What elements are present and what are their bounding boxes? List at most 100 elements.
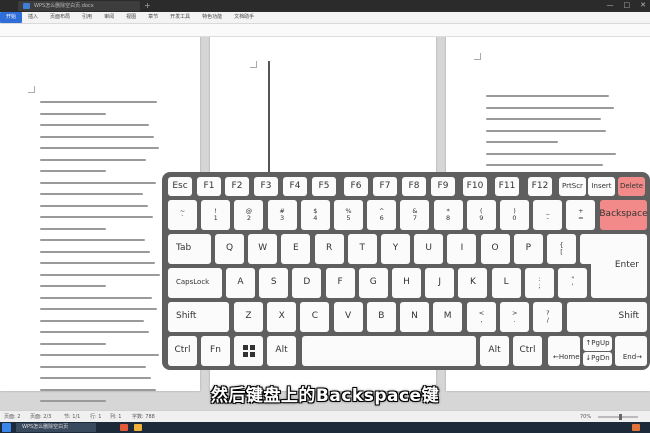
- taskbar-app-icon[interactable]: [120, 424, 128, 431]
- key-label: Enter: [614, 260, 639, 271]
- key-f7: F7: [373, 177, 397, 196]
- key-q: Q: [215, 234, 244, 264]
- key-label: N: [411, 311, 418, 322]
- key-enter: Enter: [591, 234, 647, 298]
- minimize-button[interactable]: —: [607, 0, 614, 11]
- key-label: ;: [538, 282, 541, 290]
- key-`: ~ `: [168, 200, 197, 230]
- key-label: Q: [225, 243, 234, 254]
- key-label: ': [571, 282, 574, 290]
- new-tab-button[interactable]: +: [144, 0, 151, 11]
- key-x: X: [267, 302, 297, 332]
- key-label: F6: [350, 180, 362, 191]
- key-e: E: [281, 234, 311, 264]
- key-label: F5: [318, 180, 330, 191]
- key-punct: :;: [525, 268, 554, 298]
- key-label: Esc: [172, 180, 188, 191]
- key-f11: F11: [495, 177, 519, 196]
- key-punct: <,: [467, 302, 496, 332]
- key-ctrl-left: Ctrl: [168, 336, 197, 366]
- key-label: D: [303, 277, 311, 288]
- key-m: M: [433, 302, 463, 332]
- key-delete: Delete: [618, 177, 645, 196]
- key-label: F7: [379, 180, 391, 191]
- text-line: [40, 262, 155, 264]
- key-n: N: [400, 302, 429, 332]
- key-f3: F3: [254, 177, 278, 196]
- key-label: A: [237, 277, 244, 288]
- menu-tab[interactable]: 插入: [22, 12, 44, 23]
- key-label: 7: [412, 214, 417, 222]
- window-controls: — □ ✕: [607, 0, 647, 11]
- menu-tab[interactable]: 审阅: [98, 12, 120, 23]
- key-bracket: {[: [547, 234, 576, 264]
- text-line: [40, 331, 149, 333]
- key-f5: F5: [312, 177, 336, 196]
- taskbar-tray-icon[interactable]: [632, 424, 640, 431]
- document-tab[interactable]: WPS怎么删除空白页.docx: [18, 1, 140, 11]
- menu-tab[interactable]: 页面布局: [44, 12, 76, 23]
- key-1: ! 1: [201, 200, 231, 230]
- menu-tab[interactable]: 章节: [142, 12, 164, 23]
- video-subtitle: 然后键盘上的Backspace键: [210, 386, 440, 406]
- key-l: L: [491, 268, 521, 298]
- key-punct: " ': [558, 268, 588, 298]
- key-label: F10: [466, 180, 484, 191]
- zoom-slider[interactable]: [598, 414, 638, 420]
- key-alt-right: Alt: [480, 336, 509, 366]
- close-button[interactable]: ✕: [640, 0, 646, 11]
- menu-tab[interactable]: 开发工具: [164, 12, 196, 23]
- windows-logo-icon: [242, 345, 255, 357]
- text-line: [486, 141, 558, 143]
- maximize-button[interactable]: □: [624, 0, 631, 11]
- key-label: F2: [231, 180, 243, 191]
- key-5: % 5: [334, 200, 363, 230]
- menu-tab[interactable]: 特色功能: [196, 12, 228, 23]
- zoom-slider-knob[interactable]: [618, 414, 622, 420]
- os-taskbar: WPS怎么删除空白页: [0, 422, 650, 433]
- key-label: 6: [379, 214, 384, 222]
- key-4: $4: [300, 200, 330, 230]
- key-label: ↓PgDn: [585, 354, 610, 363]
- text-line: [40, 135, 154, 138]
- key-label: F3: [260, 180, 272, 191]
- key-label: Delete: [620, 181, 643, 190]
- key-tab: Tab: [168, 234, 211, 264]
- key-label: M: [443, 311, 452, 322]
- key-=: + =: [566, 200, 596, 230]
- taskbar-wps-document[interactable]: WPS怎么删除空白页: [16, 423, 96, 432]
- text-line: [40, 239, 145, 241]
- key-o: O: [480, 234, 510, 264]
- key-label: X: [278, 311, 285, 322]
- key-label: I: [460, 243, 464, 254]
- menu-tab[interactable]: 视图: [120, 12, 142, 23]
- text-line: [40, 112, 106, 115]
- margin-corner-mark: [28, 86, 35, 93]
- key-label: O: [491, 243, 499, 254]
- key-v: V: [333, 302, 363, 332]
- key-f4: F4: [283, 177, 307, 196]
- keyboard-illustration: Esc F1 F2 F3 F4 F5 F6 F7 F8 F9 F10 F11 F12 PrtScr Inse…: [162, 172, 650, 370]
- key-i: I: [447, 234, 477, 264]
- key-label: G: [369, 277, 377, 288]
- start-button-icon[interactable]: [2, 423, 11, 432]
- key-label: Shift: [618, 311, 639, 322]
- text-line: [486, 129, 606, 132]
- taskbar-folder-icon[interactable]: [134, 424, 142, 431]
- text-line: [40, 124, 149, 126]
- menu-tab[interactable]: 开始: [0, 12, 23, 23]
- key-f12: F12: [528, 177, 552, 196]
- text-line: [40, 354, 159, 356]
- taskbar-item-label: WPS怎么删除空白页: [22, 424, 69, 430]
- menu-tab[interactable]: 文档助手: [228, 12, 260, 23]
- text-line: [40, 101, 157, 103]
- key-f1: F1: [197, 177, 221, 196]
- key-label: P: [525, 243, 532, 254]
- key-d: D: [292, 268, 322, 298]
- text-line: [40, 193, 143, 195]
- menu-tab[interactable]: 引用: [76, 12, 98, 23]
- key-label: ↑PgUp: [585, 338, 610, 347]
- key-t: T: [347, 234, 377, 264]
- text-line: [40, 377, 151, 379]
- key-y: Y: [381, 234, 410, 264]
